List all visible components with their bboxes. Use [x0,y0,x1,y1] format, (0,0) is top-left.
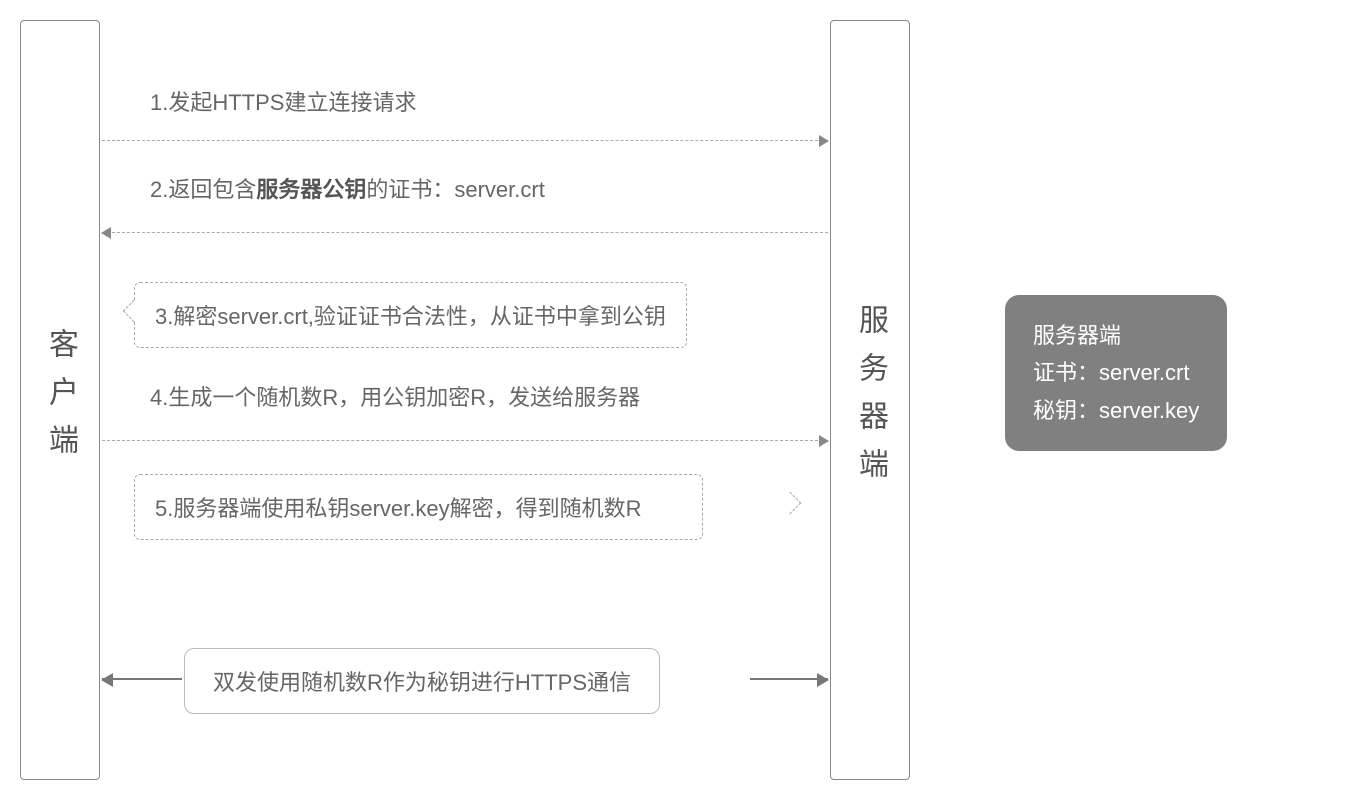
step1-arrow [102,140,828,141]
client-label: 客户端 [38,328,82,472]
step2-prefix: 2.返回包含 [150,177,256,202]
step4-arrow [102,440,828,441]
server-info-card: 服务器端 证书：server.crt 秘钥：server.key [1005,295,1227,451]
step4-label: 4.生成一个随机数R，用公钥加密R，发送给服务器 [150,380,640,412]
step2-arrow [102,232,828,233]
final-arrow-right [750,678,828,680]
server-label: 服务器端 [848,304,892,496]
info-cert: 证书：server.crt [1033,354,1199,391]
final-note: 双发使用随机数R作为秘钥进行HTTPS通信 [184,648,660,714]
step5-note: 5.服务器端使用私钥server.key解密，得到随机数R [134,474,703,540]
step2-suffix: 的证书：server.crt [366,177,544,202]
info-title: 服务器端 [1033,317,1199,354]
client-lifeline: 客户端 [20,20,100,780]
step2-bold: 服务器公钥 [256,177,366,202]
step3-text: 3.解密server.crt,验证证书合法性，从证书中拿到公钥 [155,304,666,329]
server-lifeline: 服务器端 [830,20,910,780]
info-key: 秘钥：server.key [1033,392,1199,429]
step1-label: 1.发起HTTPS建立连接请求 [150,85,416,117]
final-arrow-left [102,678,182,680]
step5-pointer [779,492,802,515]
step5-text: 5.服务器端使用私钥server.key解密，得到随机数R [155,496,642,521]
step3-note: 3.解密server.crt,验证证书合法性，从证书中拿到公钥 [134,282,687,348]
final-text: 双发使用随机数R作为秘钥进行HTTPS通信 [213,670,631,695]
step2-label: 2.返回包含服务器公钥的证书：server.crt [150,172,545,204]
